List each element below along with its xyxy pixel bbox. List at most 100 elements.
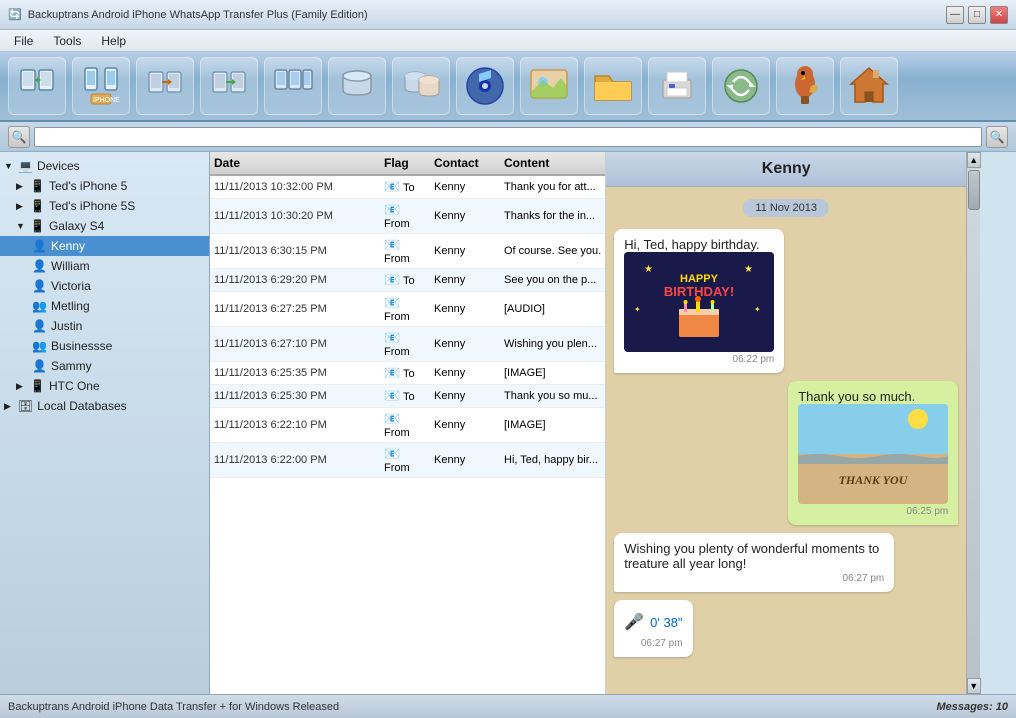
msg-contact: Kenny — [430, 274, 500, 286]
search-input[interactable] — [34, 127, 982, 147]
sidebar-item-william[interactable]: 👤 William — [0, 256, 209, 276]
metling-icon: 👥 — [32, 299, 47, 313]
audio-message: 🎤 0' 38" — [624, 608, 682, 636]
sidebar-item-devices[interactable]: ▼ 💻 Devices — [0, 156, 209, 176]
toolbar-devices[interactable] — [264, 57, 322, 115]
victoria-label: Victoria — [51, 279, 91, 293]
sidebar-item-victoria[interactable]: 👤 Victoria — [0, 276, 209, 296]
msg-flag: 📧 To — [380, 365, 430, 381]
businessse-icon: 👥 — [32, 339, 47, 353]
scroll-up-arrow[interactable]: ▲ — [967, 152, 981, 168]
sidebar-item-kenny[interactable]: 👤 Kenny — [0, 236, 209, 256]
table-row[interactable]: 11/11/2013 6:25:35 PM 📧 To Kenny [IMAGE] — [210, 362, 605, 385]
menu-tools[interactable]: Tools — [43, 32, 91, 50]
metling-label: Metling — [51, 299, 90, 313]
date-badge: 11 Nov 2013 — [743, 199, 829, 217]
localdb-icon: 🗄 — [18, 399, 33, 413]
msg-date: 11/11/2013 6:25:30 PM — [210, 390, 380, 402]
chat-panel: Kenny 11 Nov 2013 Hi, Ted, happy birthda… — [606, 152, 966, 694]
table-row[interactable]: 11/11/2013 6:25:30 PM 📧 To Kenny Thank y… — [210, 385, 605, 408]
chat-contact-name: Kenny — [762, 160, 811, 177]
main-inner: ▼ 💻 Devices ▶ 📱 Ted's iPhone 5 ▶ 📱 Ted's… — [0, 152, 980, 694]
msg-contact: Kenny — [430, 454, 500, 466]
sidebar-item-teds-iphone5[interactable]: ▶ 📱 Ted's iPhone 5 — [0, 176, 209, 196]
flag-text: From — [384, 218, 410, 230]
toolbar-photos[interactable] — [520, 57, 578, 115]
scroll-down-arrow[interactable]: ▼ — [967, 678, 981, 694]
sidebar-item-metling[interactable]: 👥 Metling — [0, 296, 209, 316]
chat-scrollbar[interactable]: ▲ ▼ — [966, 152, 980, 694]
toolbar-parrot[interactable] — [776, 57, 834, 115]
msg-date: 11/11/2013 6:22:00 PM — [210, 454, 380, 466]
sidebar-item-businessse[interactable]: 👥 Businessse — [0, 336, 209, 356]
table-row[interactable]: 11/11/2013 6:22:00 PM 📧 From Kenny Hi, T… — [210, 443, 605, 478]
bubble-text: Hi, Ted, happy birthday. — [624, 237, 759, 252]
justin-label: Justin — [51, 319, 82, 333]
bubble-time: 06:27 pm — [624, 638, 682, 649]
msg-flag: 📧 From — [380, 446, 430, 474]
header-content: Content — [500, 156, 605, 170]
sidebar-item-teds-iphone5s[interactable]: ▶ 📱 Ted's iPhone 5S — [0, 196, 209, 216]
toolbar-home[interactable] — [840, 57, 898, 115]
msg-content: Thank you for att... — [500, 181, 605, 193]
chat-bubble: 🎤 0' 38" 06:27 pm — [614, 600, 692, 657]
chat-messages[interactable]: 11 Nov 2013 Hi, Ted, happy birthday. HAP — [606, 187, 966, 694]
menu-help[interactable]: Help — [91, 32, 136, 50]
menu-file[interactable]: File — [4, 32, 43, 50]
toolbar-recycle[interactable] — [712, 57, 770, 115]
scroll-thumb[interactable] — [968, 170, 980, 210]
header-flag: Flag — [380, 156, 430, 170]
msg-flag: 📧 To — [380, 388, 430, 404]
msg-flag: 📧 From — [380, 202, 430, 230]
iphone5-label: Ted's iPhone 5 — [49, 179, 127, 193]
sidebar-item-justin[interactable]: 👤 Justin — [0, 316, 209, 336]
sidebar-item-htc-one[interactable]: ▶ 📱 HTC One — [0, 376, 209, 396]
devices-arrow: ▼ — [4, 161, 14, 171]
svg-text:★: ★ — [744, 264, 753, 275]
toolbar-phone-transfer[interactable]: IPHONE — [72, 57, 130, 115]
close-button[interactable]: ✕ — [990, 6, 1008, 24]
msg-contact: Kenny — [430, 367, 500, 379]
sidebar-item-local-databases[interactable]: ▶ 🗄 Local Databases — [0, 396, 209, 416]
msg-content: [IMAGE] — [500, 419, 605, 431]
maximize-button[interactable]: □ — [968, 6, 986, 24]
msg-date: 11/11/2013 6:29:20 PM — [210, 274, 380, 286]
flag-text: To — [403, 182, 415, 194]
table-row[interactable]: 11/11/2013 6:30:15 PM 📧 From Kenny Of co… — [210, 234, 605, 269]
toolbar-music[interactable] — [456, 57, 514, 115]
table-row[interactable]: 11/11/2013 6:27:10 PM 📧 From Kenny Wishi… — [210, 327, 605, 362]
sammy-label: Sammy — [51, 359, 92, 373]
msg-date: 11/11/2013 10:32:00 PM — [210, 181, 380, 193]
toolbar-database1[interactable] — [328, 57, 386, 115]
sidebar-item-galaxy-s4[interactable]: ▼ 📱 Galaxy S4 — [0, 216, 209, 236]
chat-bubble: Wishing you plenty of wonderful moments … — [614, 533, 894, 592]
toolbar-import[interactable] — [136, 57, 194, 115]
table-row[interactable]: 11/11/2013 10:32:00 PM 📧 To Kenny Thank … — [210, 176, 605, 199]
iphone5s-icon: 📱 — [30, 199, 45, 213]
toolbar-export[interactable] — [200, 57, 258, 115]
message-list-header: Date Flag Contact Content — [210, 152, 605, 176]
sidebar-item-sammy[interactable]: 👤 Sammy — [0, 356, 209, 376]
statusbar: Backuptrans Android iPhone Data Transfer… — [0, 694, 1016, 718]
toolbar-print[interactable] — [648, 57, 706, 115]
table-row[interactable]: 11/11/2013 10:30:20 PM 📧 From Kenny Than… — [210, 199, 605, 234]
chat-bubble: Hi, Ted, happy birthday. HAPPY BIRTHDAY! — [614, 229, 784, 373]
svg-text:THANK YOU: THANK YOU — [839, 473, 909, 487]
table-row[interactable]: 11/11/2013 6:22:10 PM 📧 From Kenny [IMAG… — [210, 408, 605, 443]
msg-date: 11/11/2013 6:27:10 PM — [210, 338, 380, 350]
flag-text: To — [403, 368, 415, 380]
minimize-button[interactable]: — — [946, 6, 964, 24]
toolbar-folder[interactable] — [584, 57, 642, 115]
search-left-icon[interactable]: 🔍 — [8, 126, 30, 148]
msg-contact: Kenny — [430, 419, 500, 431]
flag-text: To — [403, 275, 415, 287]
msg-content: Thanks for the in... — [500, 210, 605, 222]
search-right-icon[interactable]: 🔍 — [986, 126, 1008, 148]
toolbar-android-transfer[interactable] — [8, 57, 66, 115]
svg-text:✦: ✦ — [754, 305, 761, 314]
table-row[interactable]: 11/11/2013 6:29:20 PM 📧 To Kenny See you… — [210, 269, 605, 292]
toolbar-database2[interactable] — [392, 57, 450, 115]
table-row[interactable]: 11/11/2013 6:27:25 PM 📧 From Kenny [AUDI… — [210, 292, 605, 327]
iphone5-icon: 📱 — [30, 179, 45, 193]
svg-text:✦: ✦ — [634, 305, 641, 314]
